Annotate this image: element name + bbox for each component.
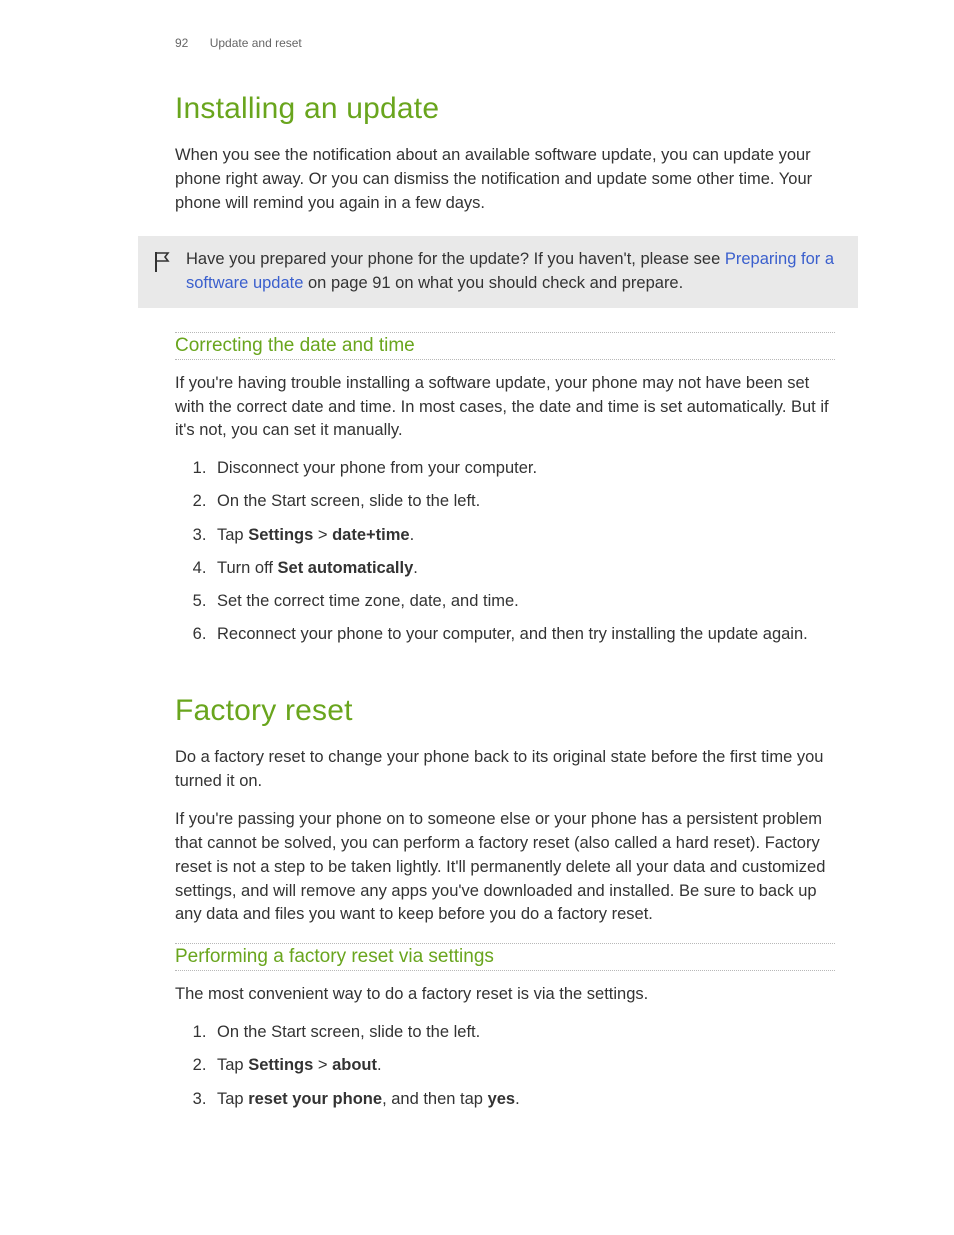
step-text: Tap bbox=[217, 1056, 248, 1074]
callout-text: Have you prepared your phone for the upd… bbox=[186, 248, 836, 296]
divider bbox=[175, 332, 835, 333]
list-item: Reconnect your phone to your computer, a… bbox=[211, 623, 835, 646]
list-item: Tap Settings > date+time. bbox=[211, 524, 835, 547]
page-header: 92 Update and reset bbox=[175, 36, 954, 50]
callout-text-before: Have you prepared your phone for the upd… bbox=[186, 250, 725, 268]
flag-icon bbox=[152, 250, 172, 279]
list-item: Tap reset your phone, and then tap yes. bbox=[211, 1088, 835, 1111]
sub2-intro: The most convenient way to do a factory … bbox=[175, 983, 835, 1007]
section-title-installing: Installing an update bbox=[175, 92, 835, 126]
subheading-block-1: Correcting the date and time bbox=[175, 332, 835, 360]
step-text: > bbox=[313, 526, 332, 544]
step-text: , and then tap bbox=[382, 1090, 488, 1108]
divider bbox=[175, 943, 835, 944]
step-text: > bbox=[313, 1056, 332, 1074]
step-text: Tap bbox=[217, 1090, 248, 1108]
callout-text-after: on page 91 on what you should check and … bbox=[303, 274, 683, 292]
subheading-correcting: Correcting the date and time bbox=[175, 335, 835, 357]
section1-intro: When you see the notification about an a… bbox=[175, 144, 835, 216]
steps-list-1: Disconnect your phone from your computer… bbox=[175, 457, 835, 646]
step-text: . bbox=[515, 1090, 520, 1108]
step-text: Tap bbox=[217, 526, 248, 544]
step-bold: Settings bbox=[248, 1056, 313, 1074]
step-bold: Set automatically bbox=[278, 559, 414, 577]
callout-box: Have you prepared your phone for the upd… bbox=[138, 236, 858, 308]
content-column-2: Correcting the date and time If you're h… bbox=[175, 332, 835, 1111]
divider bbox=[175, 970, 835, 971]
section2-p1: Do a factory reset to change your phone … bbox=[175, 746, 835, 794]
list-item: On the Start screen, slide to the left. bbox=[211, 1021, 835, 1044]
step-bold: date+time bbox=[332, 526, 410, 544]
header-section-name: Update and reset bbox=[210, 36, 302, 50]
step-bold: reset your phone bbox=[248, 1090, 382, 1108]
list-item: Disconnect your phone from your computer… bbox=[211, 457, 835, 480]
sub1-intro: If you're having trouble installing a so… bbox=[175, 372, 835, 444]
page-number: 92 bbox=[175, 36, 188, 50]
step-text: . bbox=[377, 1056, 382, 1074]
divider bbox=[175, 359, 835, 360]
list-item: Tap Settings > about. bbox=[211, 1054, 835, 1077]
section-title-factory-reset: Factory reset bbox=[175, 694, 835, 728]
steps-list-2: On the Start screen, slide to the left. … bbox=[175, 1021, 835, 1110]
section2-p2: If you're passing your phone on to someo… bbox=[175, 808, 835, 928]
step-text: . bbox=[410, 526, 415, 544]
list-item: Set the correct time zone, date, and tim… bbox=[211, 590, 835, 613]
content-column: Installing an update When you see the no… bbox=[175, 92, 835, 216]
step-bold: yes bbox=[488, 1090, 516, 1108]
step-text: Turn off bbox=[217, 559, 278, 577]
step-bold: Settings bbox=[248, 526, 313, 544]
subheading-block-2: Performing a factory reset via settings bbox=[175, 943, 835, 971]
list-item: On the Start screen, slide to the left. bbox=[211, 490, 835, 513]
subheading-performing: Performing a factory reset via settings bbox=[175, 946, 835, 968]
step-bold: about bbox=[332, 1056, 377, 1074]
step-text: . bbox=[413, 559, 418, 577]
list-item: Turn off Set automatically. bbox=[211, 557, 835, 580]
page: 92 Update and reset Installing an update… bbox=[0, 0, 954, 1111]
